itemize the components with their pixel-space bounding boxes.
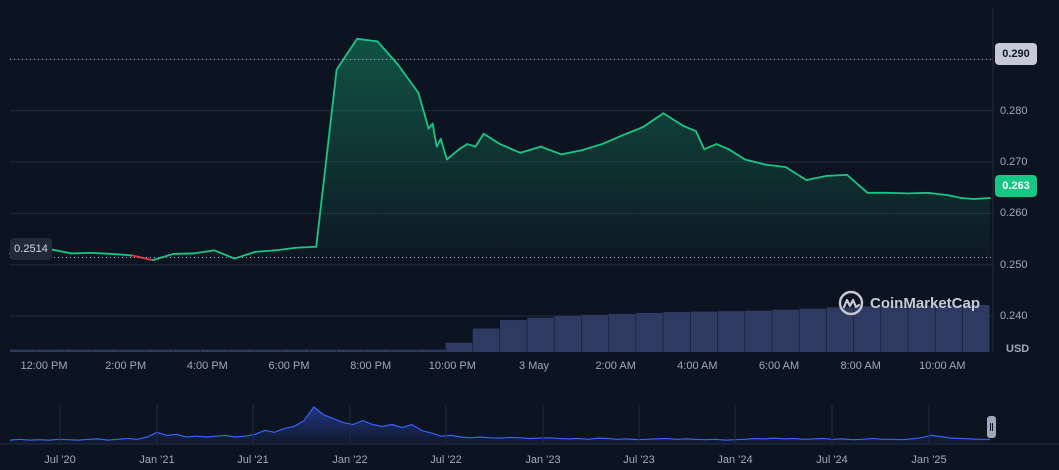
navigator-handle[interactable] [987, 416, 996, 438]
volume-bar [636, 312, 663, 352]
x-tick-label: 4:00 AM [677, 360, 718, 372]
navigator-tick-label: Jul '24 [816, 454, 848, 466]
navigator-tick-label: Jul '20 [44, 454, 76, 466]
volume-bar [336, 349, 364, 352]
y-tick-label: 0.280 [1000, 104, 1028, 117]
price-segment [294, 245, 318, 249]
x-tick-label: 2:00 PM [105, 360, 147, 372]
price-segment [70, 252, 93, 255]
price-segment [172, 252, 195, 255]
volume-bar [200, 349, 228, 352]
navigator-tick-label: Jan '21 [139, 454, 175, 466]
price-segment [90, 252, 113, 255]
volume-bar [608, 313, 636, 352]
volume-bar [772, 309, 799, 352]
open-price-badge: 0.2514 [10, 238, 52, 260]
x-tick-label: 12:00 PM [20, 360, 68, 372]
coinmarketcap-logo-icon [838, 290, 864, 316]
high-price-badge: 0.290 [995, 43, 1037, 65]
price-segment [825, 173, 848, 177]
volume-bar [37, 349, 64, 352]
navigator-tick-label: Jan '25 [911, 454, 947, 466]
navigator-tick-label: Jul '22 [430, 454, 462, 466]
volume-bar [527, 317, 554, 352]
current-price-badge: 0.263 [995, 175, 1037, 197]
navigator-tick-label: Jul '21 [237, 454, 269, 466]
x-tick-label: 3 May [519, 360, 549, 372]
price-area-fill [10, 38, 990, 261]
x-tick-label: 6:00 PM [268, 360, 310, 372]
navigator[interactable] [0, 405, 1059, 445]
x-tick-label: 10:00 PM [428, 360, 476, 372]
volume-bar [663, 312, 691, 352]
volume-bar [418, 349, 446, 352]
y-tick-label: 0.240 [1000, 310, 1028, 323]
volume-bar [717, 311, 745, 352]
x-tick-label: 10:00 AM [919, 360, 966, 372]
x-tick-label: 8:00 PM [350, 360, 392, 372]
volume-bar [799, 308, 827, 352]
coinmarketcap-watermark: CoinMarketCap [838, 290, 980, 316]
y-axis-unit: USD [1006, 343, 1030, 355]
x-tick-label: 2:00 AM [595, 360, 636, 372]
volume-bar [118, 349, 146, 352]
volume-bar [581, 314, 609, 352]
volume-bar [472, 328, 500, 352]
volume-bar [91, 349, 119, 352]
volume-bar [445, 342, 473, 352]
x-tick-label: 6:00 AM [758, 360, 800, 372]
price-segment [907, 191, 930, 195]
x-tick-label: 8:00 AM [840, 360, 881, 372]
x-tick-label: 4:00 PM [186, 360, 228, 372]
price-area [10, 38, 990, 261]
y-tick-label: 0.270 [1000, 156, 1028, 169]
navigator-tick-label: Jan '22 [332, 454, 368, 466]
watermark-brand: CoinMarketCap [870, 294, 981, 312]
volume-bar [363, 349, 391, 352]
volume-bar [309, 349, 337, 352]
volume-bar [10, 349, 37, 352]
volume-bar [146, 349, 173, 352]
y-tick-label: 0.260 [1000, 207, 1028, 220]
price-segment [887, 191, 910, 195]
volume-bar [500, 320, 527, 352]
price-segment [972, 197, 991, 200]
volume-bar [64, 349, 92, 352]
price-chart[interactable] [0, 0, 1059, 470]
volume-bar [690, 311, 718, 352]
volume-bar [227, 349, 255, 352]
price-segment [960, 197, 975, 200]
volume-bar [173, 349, 201, 352]
y-tick-label: 0.250 [1000, 258, 1028, 271]
volume-bar [282, 349, 309, 352]
volume-bar [255, 349, 282, 352]
navigator-tick-label: Jan '23 [525, 454, 561, 466]
volume-bar [391, 349, 418, 352]
navigator-tick-label: Jul '23 [623, 454, 655, 466]
volume-bar [745, 310, 772, 352]
volume-bar [554, 315, 582, 352]
navigator-tick-label: Jan '24 [717, 454, 753, 466]
